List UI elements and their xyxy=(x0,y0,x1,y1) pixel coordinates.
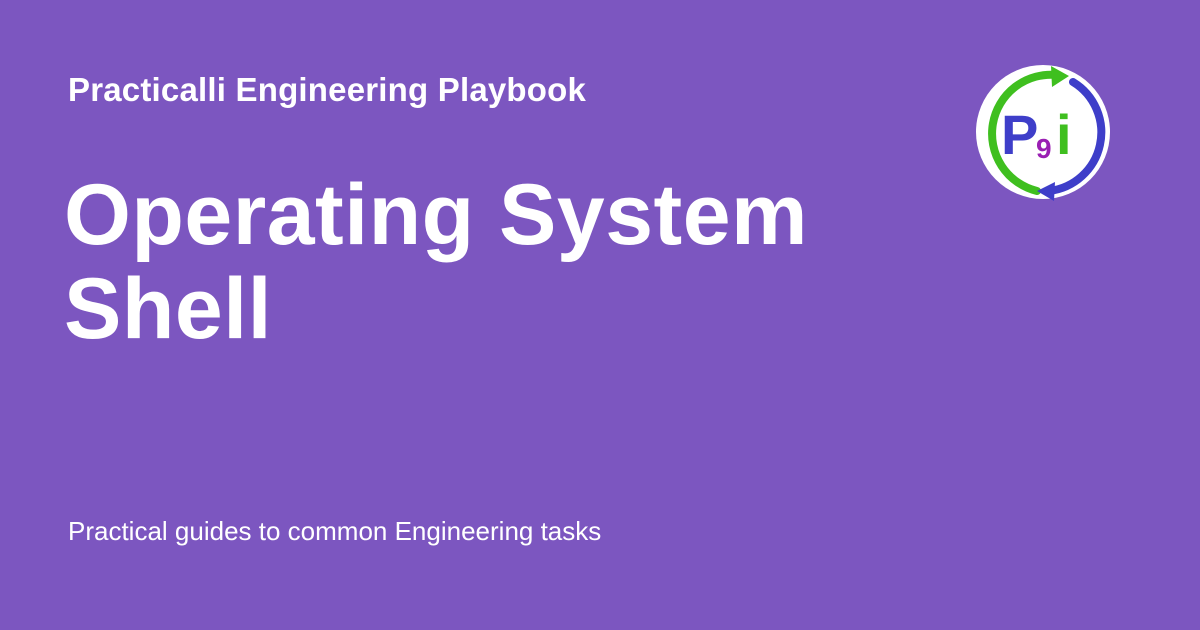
logo-letter-i: i xyxy=(1056,103,1072,166)
logo-letter-p: P xyxy=(1001,103,1038,166)
logo-letter-9: 9 xyxy=(1036,133,1052,164)
logo-svg: P 9 i xyxy=(976,65,1110,201)
page-title: Operating System Shell xyxy=(64,167,808,357)
logo-background xyxy=(976,65,1110,199)
tagline: Practical guides to common Engineering t… xyxy=(68,516,602,546)
practicalli-logo-icon: P 9 i xyxy=(973,62,1113,202)
site-name: Practicalli Engineering Playbook xyxy=(68,71,587,108)
social-card: Practicalli Engineering Playbook Operati… xyxy=(0,0,1200,630)
